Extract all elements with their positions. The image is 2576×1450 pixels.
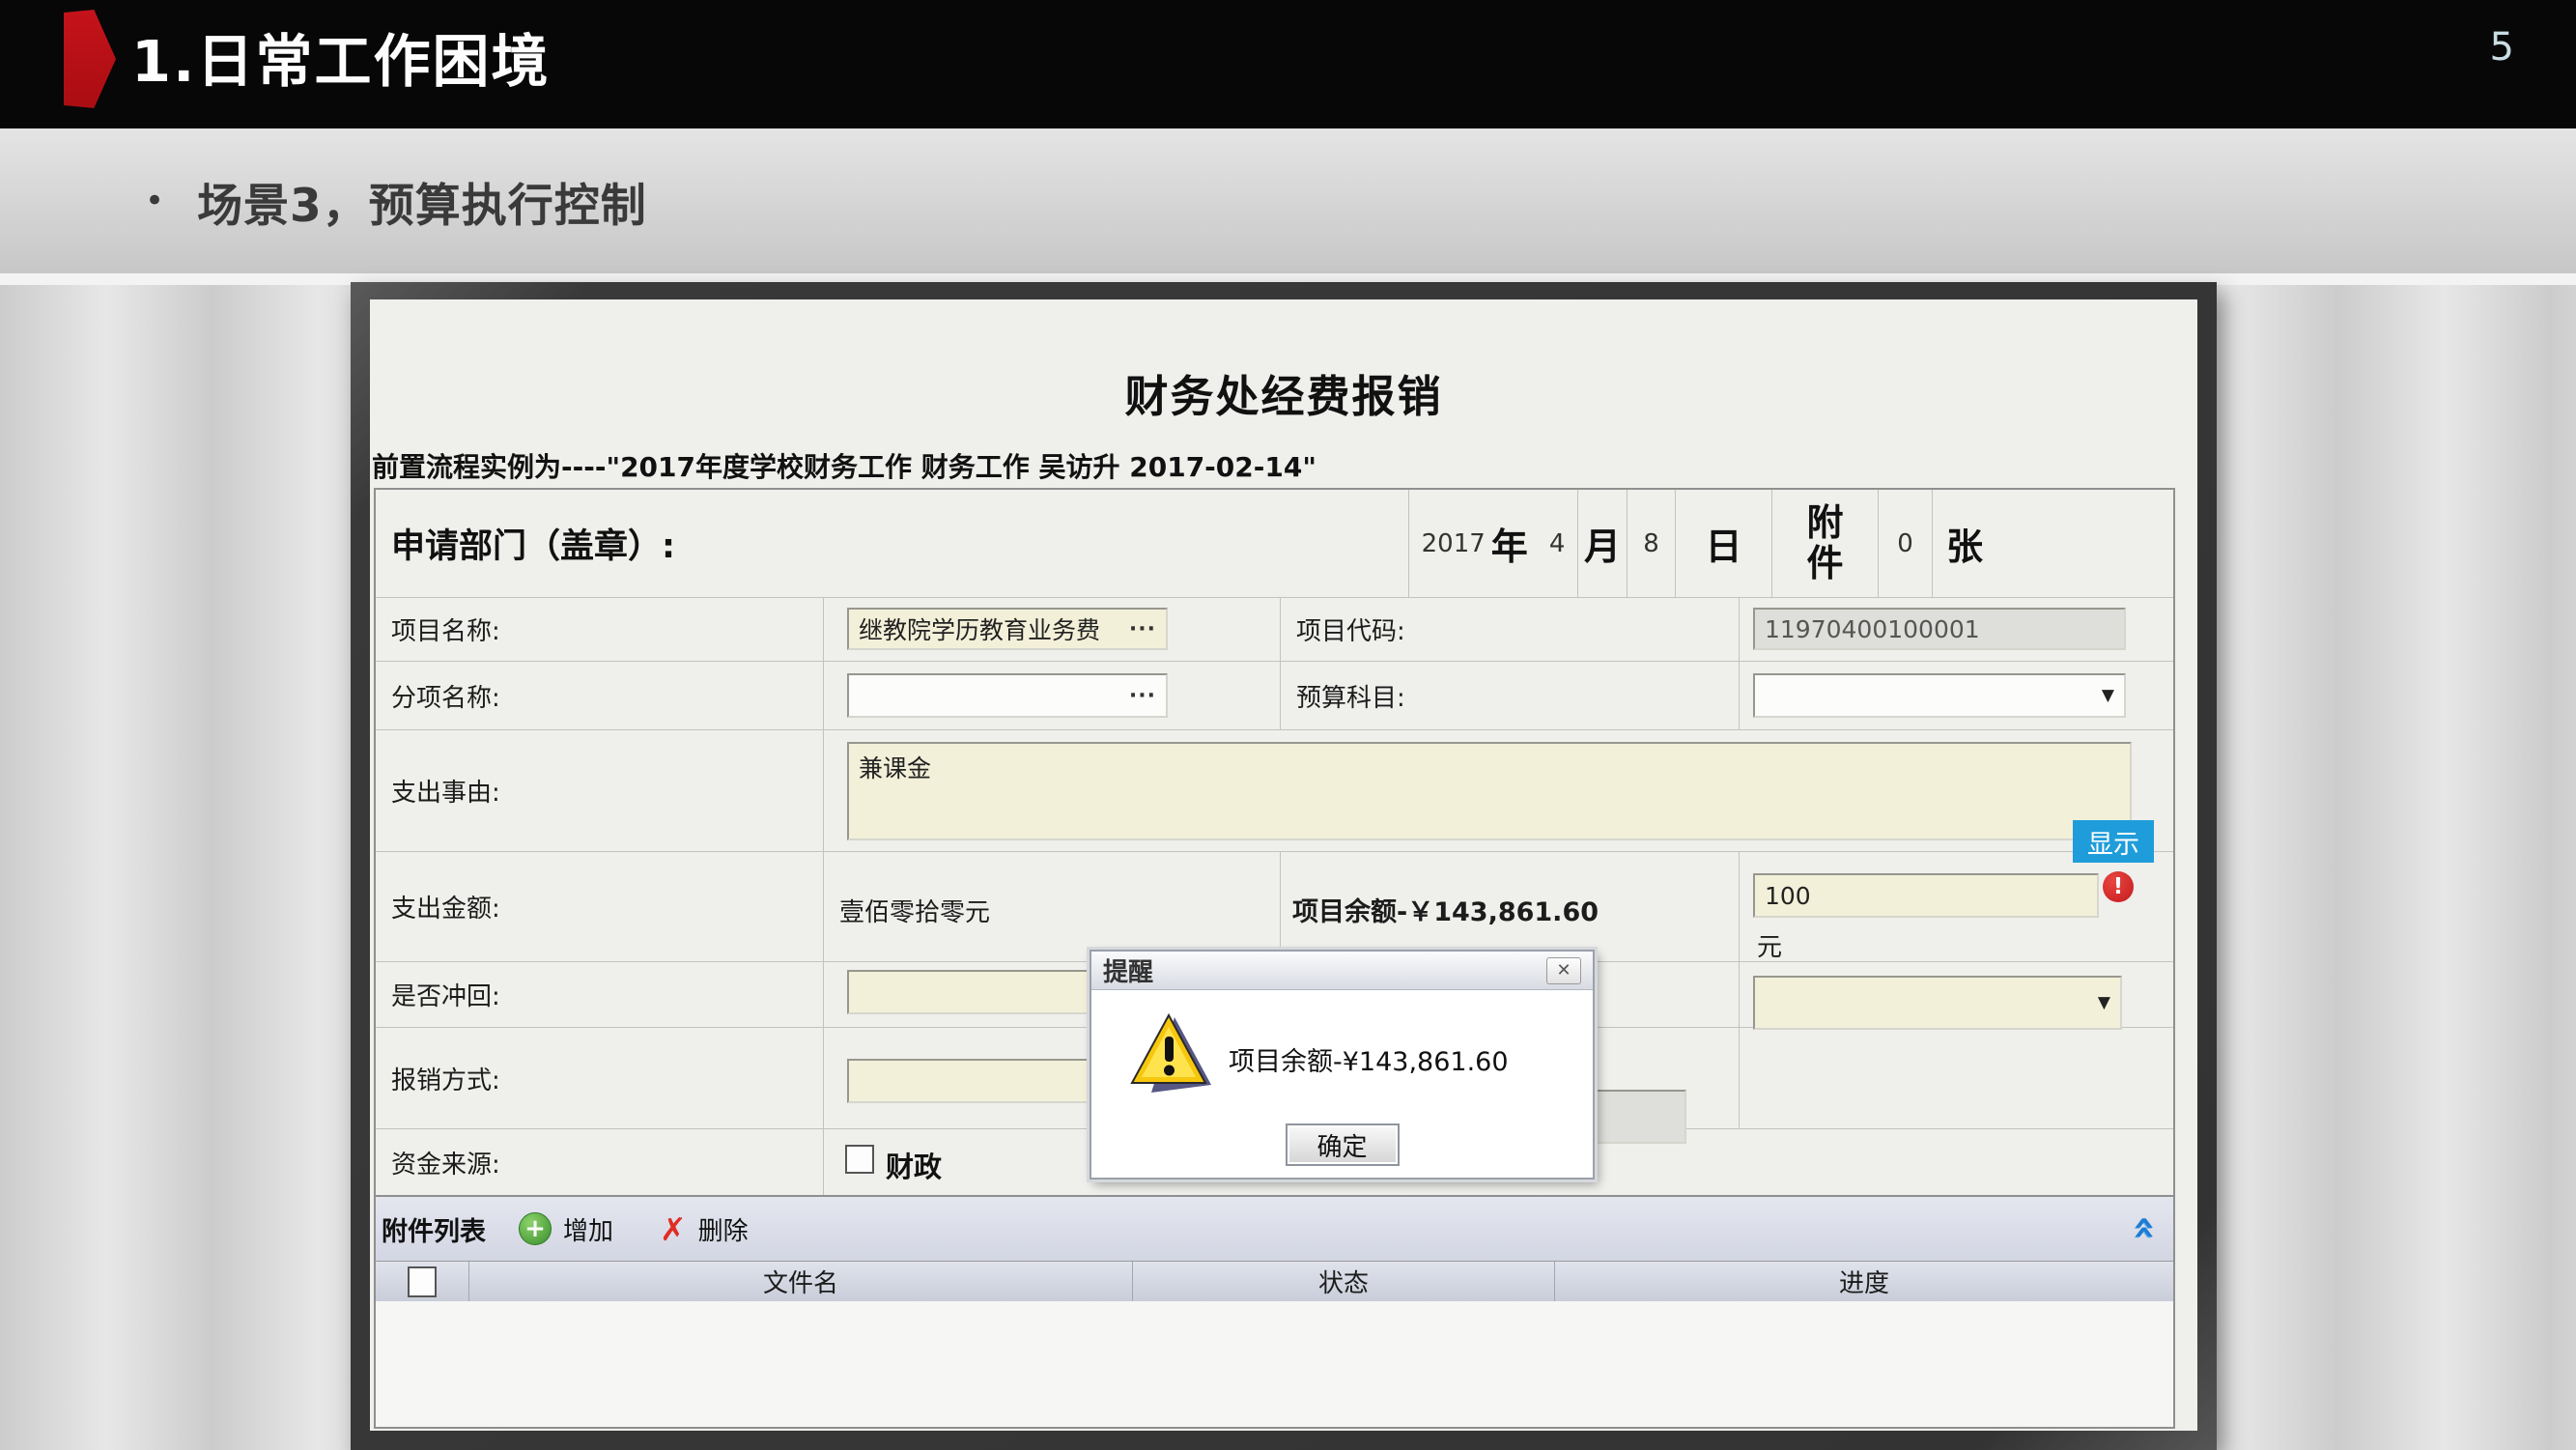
amount-input-cell: 100 ! 元 — [1739, 852, 2173, 961]
day-value[interactable]: 8 — [1627, 490, 1675, 597]
method-label: 报销方式: — [376, 1028, 823, 1128]
day-unit-label: 日 — [1675, 490, 1771, 597]
year-unit-label: 年 — [1491, 517, 1528, 570]
subitem-cell: ··· — [823, 662, 1280, 729]
attachment-count[interactable]: 0 — [1878, 490, 1932, 597]
add-icon[interactable]: + — [519, 1212, 552, 1245]
dialog-body: 项目余额-¥143,861.60 确定 — [1091, 990, 1593, 1180]
reason-label: 支出事由: — [376, 730, 823, 851]
attachment-label-cell: 附件 — [1771, 490, 1878, 597]
reversal-dropdown-cell: ▼ — [1739, 962, 2173, 1027]
balance-cell: 项目余额-￥143,861.60 — [1280, 852, 1739, 961]
slide-header-bar: 1.日常工作困境 5 — [0, 0, 2576, 128]
amount-words-cell: 壹佰零拾零元 — [823, 852, 1280, 961]
red-arrow-accent-icon — [64, 10, 116, 108]
project-name-cell: 继教院学历教育业务费 ··· — [823, 598, 1280, 661]
year-value: 2017 — [1422, 529, 1486, 558]
close-icon[interactable]: ✕ — [1546, 957, 1581, 984]
workflow-instance-note: 前置流程实例为----"2017年度学校财务工作 财务工作 吴访升 2017-0… — [372, 446, 1316, 485]
apply-dept-label: 申请部门（盖章）: — [376, 490, 1408, 597]
date-year-cell: 2017 年 4 — [1408, 490, 1577, 597]
project-balance-text: 项目余额-￥143,861.60 — [1292, 891, 1599, 928]
column-header-status[interactable]: 状态 — [1132, 1262, 1554, 1301]
amount-row: 支出金额: 壹佰零拾零元 项目余额-￥143,861.60 100 ! — [376, 851, 2173, 961]
reversal-label: 是否冲回: — [376, 962, 823, 1027]
subtitle-band: • 场景3，预算执行控制 — [0, 128, 2576, 273]
add-attachment-button[interactable]: 增加 — [563, 1211, 613, 1247]
attachment-list-title: 附件列表 — [382, 1210, 486, 1248]
attachment-grid-body — [376, 1301, 2173, 1427]
month-value[interactable]: 4 — [1549, 529, 1566, 558]
screenshot-frame: 财务处经费报销 前置流程实例为----"2017年度学校财务工作 财务工作 吴访… — [351, 282, 2217, 1450]
project-name-input[interactable]: 继教院学历教育业务费 ··· — [847, 608, 1168, 650]
select-all-checkbox[interactable] — [408, 1266, 437, 1297]
reversal-dropdown[interactable]: ▼ — [1753, 976, 2122, 1030]
attachment-toolbar: 附件列表 + 增加 ✗ 删除 « — [376, 1195, 2173, 1261]
budget-subject-cell: ▼ — [1739, 662, 2173, 729]
project-name-label: 项目名称: — [376, 598, 823, 661]
fund-source-checkbox[interactable] — [845, 1145, 874, 1174]
reason-cell: 兼课金 — [823, 730, 2173, 851]
subitem-picker-icon[interactable]: ··· — [1129, 684, 1156, 708]
column-header-progress[interactable]: 进度 — [1554, 1262, 2173, 1301]
delete-attachment-button[interactable]: 删除 — [698, 1211, 749, 1247]
page-number: 5 — [2490, 25, 2514, 70]
amount-label: 支出金额: — [376, 852, 823, 961]
presentation-slide: 1.日常工作困境 5 • 场景3，预算执行控制 财务处经费报销 前置流程实例为-… — [0, 0, 2576, 1450]
warning-icon — [1126, 1011, 1215, 1100]
fund-source-option-label: 财政 — [886, 1145, 942, 1185]
dialog-message: 项目余额-¥143,861.60 — [1229, 1040, 1509, 1078]
dialog-titlebar[interactable]: 提醒 ✕ — [1091, 952, 1593, 990]
bullet-marker: • — [145, 182, 164, 220]
form-title: 财务处经费报销 — [370, 361, 2197, 424]
chevron-down-icon: ▼ — [2102, 686, 2114, 705]
alert-dialog: 提醒 ✕ 项目余额-¥143,861.60 确定 — [1090, 950, 1595, 1180]
project-name-picker-icon[interactable]: ··· — [1129, 617, 1156, 641]
delete-icon[interactable]: ✗ — [660, 1210, 687, 1248]
attachment-unit-label: 张 — [1932, 490, 2173, 597]
reason-textarea[interactable]: 兼课金 — [847, 742, 2132, 840]
month-unit-label: 月 — [1577, 490, 1627, 597]
amount-in-words: 壹佰零拾零元 — [839, 893, 990, 928]
show-button[interactable]: 显示 — [2073, 820, 2154, 863]
attachment-label: 附件 — [1804, 503, 1847, 583]
chevron-down-icon: ▼ — [2098, 993, 2110, 1012]
project-code-input: 11970400100001 — [1753, 608, 2126, 650]
amount-alert-icon: ! — [2103, 871, 2134, 902]
collapse-panel-icon[interactable]: « — [2126, 1215, 2165, 1240]
fund-source-label: 资金来源: — [376, 1129, 823, 1195]
amount-input[interactable]: 100 — [1753, 873, 2099, 918]
project-code-label: 项目代码: — [1280, 598, 1739, 661]
subitem-input[interactable]: ··· — [847, 673, 1168, 718]
reimbursement-form-app: 财务处经费报销 前置流程实例为----"2017年度学校财务工作 财务工作 吴访… — [370, 299, 2197, 1431]
method-spacer-cell — [1739, 1028, 2173, 1128]
select-all-cell — [376, 1262, 468, 1301]
form-header-row: 申请部门（盖章）: 2017 年 4 月 8 日 附件 0 张 — [376, 490, 2173, 597]
project-row: 项目名称: 继教院学历教育业务费 ··· 项目代码: 1197040010000… — [376, 597, 2173, 661]
subitem-row: 分项名称: ··· 预算科目: ▼ — [376, 661, 2173, 729]
column-header-filename[interactable]: 文件名 — [468, 1262, 1132, 1301]
amount-unit-label: 元 — [1757, 927, 1782, 963]
scenario-subtitle: 场景3，预算执行控制 — [197, 168, 647, 235]
project-code-cell: 11970400100001 — [1739, 598, 2173, 661]
attachment-grid-header: 文件名 状态 进度 — [376, 1261, 2173, 1301]
ok-button[interactable]: 确定 — [1286, 1123, 1400, 1166]
dialog-title: 提醒 — [1103, 952, 1153, 988]
budget-subject-label: 预算科目: — [1280, 662, 1739, 729]
subitem-label: 分项名称: — [376, 662, 823, 729]
budget-subject-dropdown[interactable]: ▼ — [1753, 673, 2126, 718]
reason-row: 支出事由: 兼课金 — [376, 729, 2173, 851]
slide-title: 1.日常工作困境 — [131, 0, 550, 128]
